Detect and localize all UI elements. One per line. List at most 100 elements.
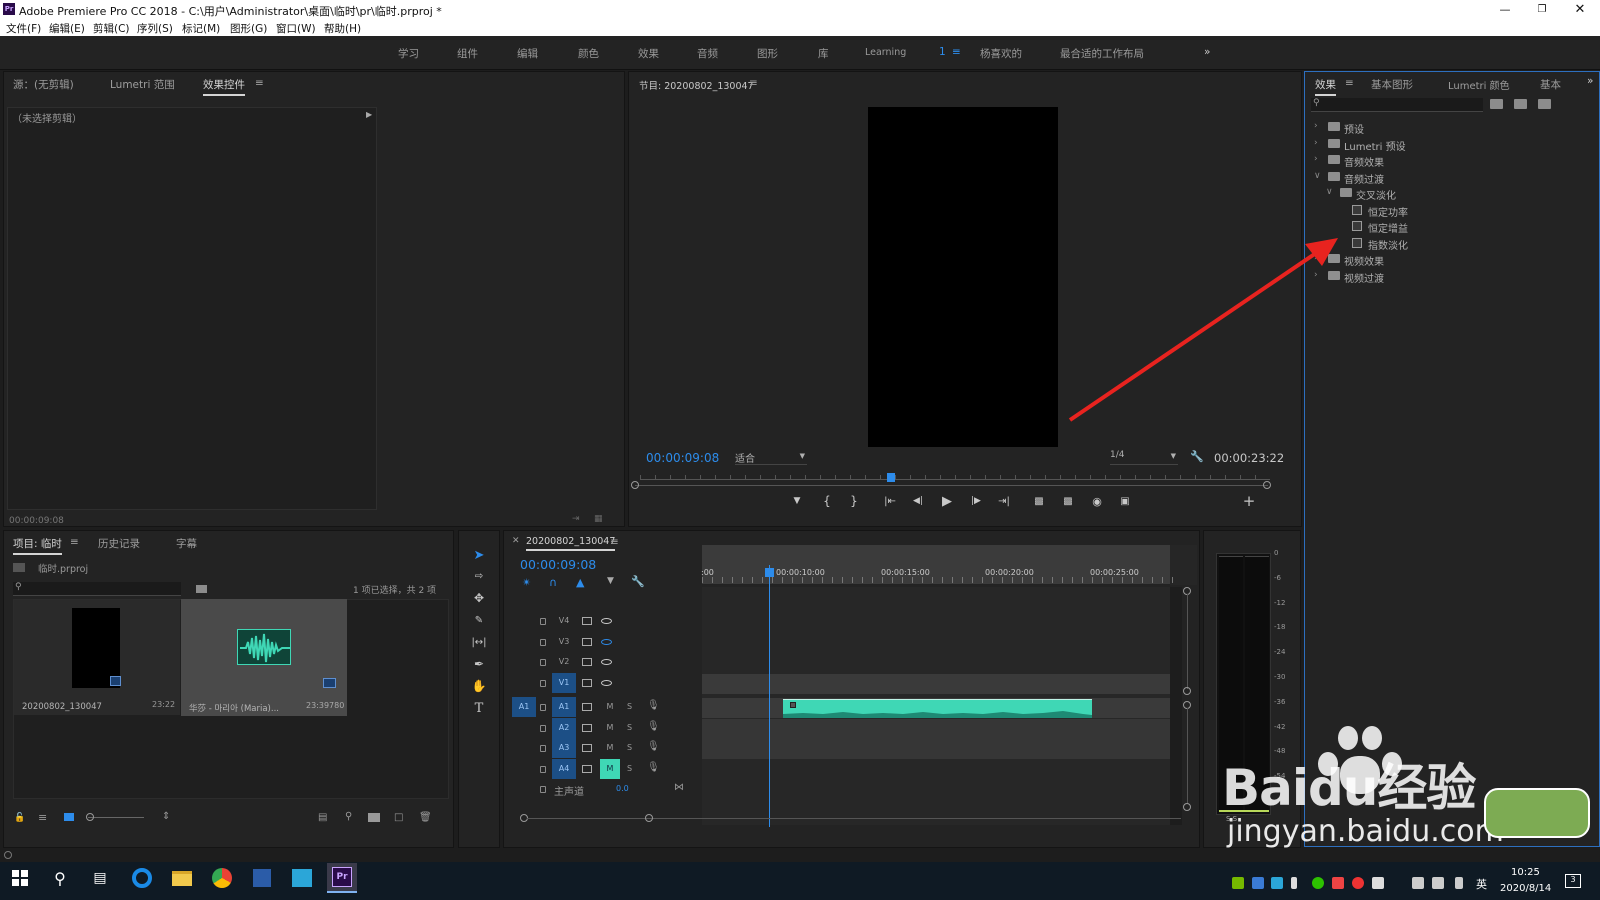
sync-lock-icon[interactable] — [582, 678, 592, 687]
workspace-custom[interactable]: 杨喜欢的 — [980, 46, 1022, 61]
sync-lock-icon[interactable] — [582, 658, 592, 666]
mute-button[interactable]: M — [600, 738, 620, 758]
sort-icon[interactable]: ⇕ — [162, 811, 170, 822]
network-icon[interactable] — [1412, 877, 1424, 889]
menu-file[interactable]: 文件(F) — [6, 21, 41, 36]
tab-sequence[interactable]: 20200802_130047 — [526, 536, 616, 551]
icon-view-icon[interactable] — [64, 813, 74, 821]
mute-button[interactable]: M — [600, 697, 620, 717]
panel-menu-icon[interactable]: ≡ — [255, 77, 264, 89]
effects-search-input[interactable]: ⚲ — [1311, 98, 1483, 112]
track-target-toggle[interactable]: A2 — [552, 717, 576, 738]
effects-tree-item[interactable]: › Lumetri 预设 — [1305, 136, 1595, 153]
master-volume-value[interactable]: 0.0 — [616, 784, 629, 793]
step-back-icon[interactable]: ◀| — [909, 492, 927, 510]
premiere-taskbar-icon[interactable]: Pr — [327, 863, 357, 893]
app-icon-2[interactable] — [287, 863, 317, 893]
solo-button[interactable]: S — [627, 723, 632, 732]
track-select-tool-icon[interactable]: ⇨ — [470, 567, 488, 585]
step-forward-icon[interactable]: |▶ — [967, 492, 985, 510]
vertical-scroll-track[interactable] — [1187, 594, 1188, 689]
effects-tree-item[interactable]: ∨ 音频过渡 — [1305, 169, 1595, 186]
workspace-graphics[interactable]: 图形 — [757, 46, 778, 61]
pen-icon[interactable] — [1455, 877, 1463, 889]
audio-scroll-track[interactable] — [1187, 708, 1188, 803]
lock-icon[interactable] — [540, 704, 546, 711]
hand-tool-icon[interactable]: ✋ — [470, 677, 488, 695]
sync-lock-icon[interactable] — [582, 637, 592, 646]
slip-tool-icon[interactable]: |↔| — [470, 633, 488, 651]
program-playhead[interactable] — [887, 473, 895, 482]
chevron-down-icon[interactable]: ∨ — [1326, 187, 1333, 197]
type-tool-icon[interactable]: T — [470, 699, 488, 717]
go-to-out-icon[interactable]: ⇥| — [995, 492, 1013, 510]
zoom-bar[interactable] — [635, 485, 1268, 486]
export-frame-icon[interactable]: ⇥ — [572, 514, 580, 524]
accelerated-effects-icon[interactable] — [1490, 99, 1503, 109]
fit-dropdown[interactable]: 适合 ▼ — [735, 450, 807, 465]
selection-tool-icon[interactable]: ➤ — [470, 546, 488, 564]
extract-icon[interactable]: ▩ — [1059, 492, 1077, 510]
task-view-icon[interactable]: ▤ — [85, 863, 115, 893]
workspace-best-layout[interactable]: 最合适的工作布局 — [1060, 46, 1144, 61]
effects-tree-item[interactable]: ∨ 交叉淡化 — [1305, 185, 1595, 202]
yuv-effects-icon[interactable] — [1538, 99, 1551, 109]
track-header-v4[interactable]: V4 — [504, 611, 702, 631]
nest-toggle-icon[interactable]: ✴ — [522, 576, 531, 589]
solo-button[interactable]: S — [627, 743, 632, 752]
chevron-right-icon[interactable]: › — [1314, 138, 1318, 148]
notification-icon[interactable]: 3 — [1565, 874, 1581, 888]
playhead-handle[interactable] — [765, 568, 774, 577]
project-item-audio[interactable]: 华莎 - 마리아 (Maria)... 23:39780 — [181, 599, 347, 716]
clock-date[interactable]: 2020/8/14 — [1500, 883, 1551, 894]
lock-icon[interactable] — [540, 679, 546, 687]
new-bin-icon[interactable] — [368, 813, 380, 822]
menu-edit[interactable]: 编辑(E) — [49, 21, 85, 36]
add-marker-icon[interactable]: ▼ — [607, 576, 614, 586]
panel-menu-icon[interactable]: ≡ — [749, 77, 758, 89]
track-header-v1[interactable]: V1 — [504, 672, 702, 693]
sync-lock-icon[interactable] — [582, 744, 592, 752]
shield-icon[interactable] — [1252, 877, 1264, 889]
project-search-input[interactable]: ⚲ — [13, 582, 181, 596]
tray-app-icon[interactable] — [1332, 877, 1344, 889]
sync-lock-icon[interactable] — [582, 617, 592, 625]
zoom-handle-right[interactable] — [1263, 481, 1271, 489]
source-patch-toggle[interactable]: A1 — [512, 697, 536, 717]
timeline-timecode[interactable]: 00:00:09:08 — [520, 557, 596, 572]
workspace-menu-icon[interactable]: ≡ — [952, 46, 961, 58]
menu-marker[interactable]: 标记(M) — [182, 21, 220, 36]
file-explorer-icon[interactable] — [167, 863, 197, 893]
audio-scroll-bottom[interactable] — [1183, 803, 1191, 811]
master-track-header[interactable]: 主声道 0.0 ⋈ — [504, 779, 702, 799]
microphone-icon[interactable] — [1291, 877, 1297, 889]
track-v1-lane[interactable] — [702, 674, 1170, 694]
ripple-edit-tool-icon[interactable]: ✥ — [470, 589, 488, 607]
sync-lock-icon[interactable] — [582, 764, 592, 773]
close-sequence-icon[interactable]: ✕ — [512, 536, 520, 546]
find-icon[interactable]: ⚲ — [345, 811, 352, 822]
tab-effect-controls[interactable]: 效果控件 — [203, 77, 245, 96]
play-icon[interactable]: ▶ — [938, 492, 956, 510]
windows-start-icon[interactable] — [5, 863, 35, 893]
lock-icon[interactable] — [540, 638, 546, 646]
lock-icon[interactable]: 🔓 — [14, 813, 25, 823]
menu-window[interactable]: 窗口(W) — [276, 21, 316, 36]
tab-source[interactable]: 源：(无剪辑) — [13, 77, 74, 92]
sync-lock-icon[interactable] — [582, 703, 592, 711]
automate-to-sequence-icon[interactable]: ▤ — [318, 812, 327, 823]
workspace-learning[interactable]: Learning — [865, 47, 906, 58]
lock-icon[interactable] — [540, 724, 546, 732]
chevron-right-icon[interactable]: › — [1314, 154, 1318, 164]
horizontal-scroll-right[interactable] — [645, 814, 653, 822]
tab-project[interactable]: 项目: 临时 — [13, 536, 62, 555]
eye-icon[interactable] — [601, 679, 612, 686]
menu-clip[interactable]: 剪辑(C) — [93, 21, 130, 36]
panel-menu-icon[interactable]: ≡ — [70, 536, 79, 548]
effects-tree-item[interactable]: › 预设 — [1305, 119, 1595, 136]
tab-essential-graphics[interactable]: 基本图形 — [1371, 77, 1413, 92]
menu-help[interactable]: 帮助(H) — [324, 21, 361, 36]
record-icon[interactable] — [1352, 877, 1364, 889]
zoom-handle-left[interactable] — [631, 481, 639, 489]
vertical-scroll-bottom[interactable] — [1183, 687, 1191, 695]
